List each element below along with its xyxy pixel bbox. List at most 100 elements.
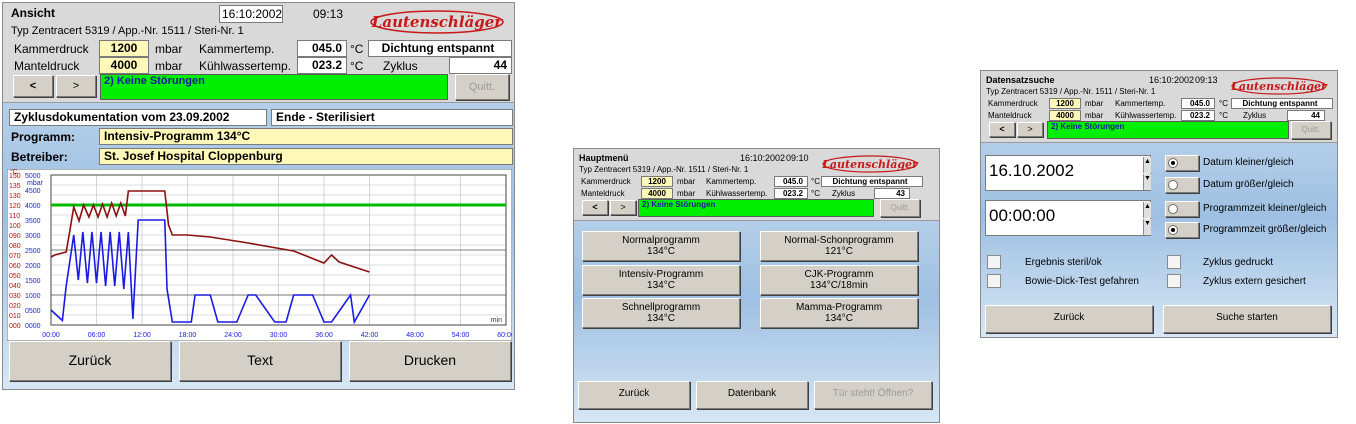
manteldruck-value: 4000 — [641, 188, 673, 199]
kammertemp-unit: °C — [1219, 99, 1228, 108]
y-tick-label-temp: 090 — [9, 233, 21, 240]
ansicht-window: Ansicht 16:10:2002 09:13 Lautenschläger … — [2, 2, 515, 390]
back-button[interactable]: Zurück — [9, 341, 171, 381]
program-schnell-button[interactable]: Schnellprogramm 134°C — [582, 298, 740, 328]
kuehlwassertemp-unit: °C — [350, 59, 364, 73]
y-tick-label-temp: 040 — [9, 283, 21, 290]
back-button[interactable]: Zurück — [578, 381, 690, 409]
kuehlwassertemp-value: 023.2 — [774, 188, 808, 199]
y-tick-label-temp: 000 — [9, 323, 21, 330]
next-button[interactable]: > — [1017, 122, 1043, 137]
status-field: Dichtung entspannt — [821, 176, 923, 187]
radio-date-le-label: Datum kleiner/gleich — [1203, 157, 1294, 168]
next-button[interactable]: > — [56, 75, 96, 97]
y-tick-label-pressure: 2000 — [25, 263, 41, 270]
program-normal-button[interactable]: Normalprogramm 134°C — [582, 231, 740, 261]
message-bar: 2) Keine Störungen — [1047, 121, 1289, 139]
kammertemp-value: 045.0 — [1181, 98, 1215, 109]
radio-prog-ge-icon — [1168, 225, 1178, 235]
y-tick-label-temp: 030 — [9, 293, 21, 300]
radio-date-ge-icon — [1168, 180, 1178, 190]
quitt-button[interactable]: Quitt. — [1291, 121, 1331, 139]
kammerdruck-label: Kammerdruck — [988, 99, 1038, 108]
kammerdruck-unit: mbar — [677, 177, 696, 186]
logo-text: Lautenschläger — [371, 13, 503, 31]
prev-button[interactable]: < — [582, 200, 608, 215]
x-tick-label: 36:00 — [315, 332, 333, 339]
lautenschlaeger-logo: Lautenschläger — [1230, 77, 1328, 95]
time-spin-up-icon[interactable]: ▲ — [1143, 202, 1151, 218]
print-button[interactable]: Drucken — [349, 341, 511, 381]
manteldruck-label: Manteldruck — [988, 111, 1032, 120]
radio-date-le[interactable] — [1165, 155, 1199, 171]
window-title: Hauptmenü — [579, 153, 629, 163]
kammertemp-label: Kammertemp. — [706, 177, 757, 186]
x-tick-label: 48:00 — [406, 332, 424, 339]
kammerdruck-unit: mbar — [155, 42, 183, 56]
time-spin-down-icon[interactable]: ▼ — [1143, 219, 1151, 235]
prev-button[interactable]: < — [989, 122, 1015, 137]
prev-button[interactable]: < — [13, 75, 53, 97]
y-tick-label-temp: 120 — [9, 203, 21, 210]
logo-text: Lautenschläger — [821, 158, 919, 171]
back-button[interactable]: Zurück — [985, 305, 1153, 333]
y-tick-label-temp: 135 — [9, 183, 21, 190]
y-tick-label-temp: 010 — [9, 313, 21, 320]
window-title: Datensatzsuche — [986, 75, 1055, 85]
zyklus-label: Zyklus — [832, 189, 856, 198]
x-tick-label: 12:00 — [133, 332, 151, 339]
programm-label: Programm: — [11, 130, 76, 144]
manteldruck-unit: mbar — [155, 59, 183, 73]
quitt-button[interactable]: Quitt. — [880, 199, 920, 217]
x-tick-label: 00:00 — [42, 332, 60, 339]
y-tick-label-pressure: 2500 — [25, 248, 41, 255]
kuehlwassertemp-label: Kühlwassertemp. — [706, 189, 768, 198]
program-cjk-button[interactable]: CJK-Programm 134°C/18min — [760, 265, 918, 295]
search-button[interactable]: Suche starten — [1163, 305, 1331, 333]
checkbox-gedruckt[interactable] — [1167, 255, 1181, 269]
kammertemp-label: Kammertemp. — [199, 42, 275, 56]
program-normal-schon-button[interactable]: Normal-Schonprogramm 121°C — [760, 231, 918, 261]
zyklus-label: Zyklus — [1243, 111, 1267, 120]
zyklus-value: 44 — [1287, 110, 1325, 121]
radio-prog-le-icon — [1168, 204, 1178, 214]
time-text: 09:13 — [1195, 75, 1218, 85]
datenbank-button[interactable]: Datenbank — [696, 381, 808, 409]
kammerdruck-value: 1200 — [99, 40, 149, 57]
checkbox-extern[interactable] — [1167, 274, 1181, 288]
checkbox-steril[interactable] — [987, 255, 1001, 269]
next-button[interactable]: > — [610, 200, 636, 215]
program-intensiv-button[interactable]: Intensiv-Programm 134°C — [582, 265, 740, 295]
kammerdruck-value: 1200 — [641, 176, 673, 187]
kuehlwassertemp-unit: °C — [1219, 111, 1228, 120]
y-tick-label-temp: 060 — [9, 263, 21, 270]
kuehlwassertemp-value: 023.2 — [1181, 110, 1215, 121]
radio-date-ge[interactable] — [1165, 177, 1199, 193]
y-tick-label-temp: 080 — [9, 243, 21, 250]
radio-prog-le[interactable] — [1165, 201, 1199, 217]
kammertemp-unit: °C — [350, 42, 364, 56]
manteldruck-unit: mbar — [677, 189, 696, 198]
date-input-value: 16.10.2002 — [989, 161, 1075, 180]
date-spin-up-icon[interactable]: ▲ — [1143, 157, 1151, 173]
kuehlwassertemp-unit: °C — [811, 189, 820, 198]
text-button[interactable]: Text — [179, 341, 341, 381]
kammertemp-unit: °C — [811, 177, 820, 186]
kammerdruck-unit: mbar — [1085, 99, 1104, 108]
door-open-button[interactable]: Tür steht! Öffnen? — [814, 381, 932, 409]
type-line: Typ Zentracert 5319 / App.-Nr. 1511 / St… — [986, 87, 1156, 96]
date-text: 16:10:2002 — [222, 7, 283, 21]
hauptmenu-window: Hauptmenü 16:10:2002 09:10 Lautenschläge… — [573, 148, 940, 423]
checkbox-bowie[interactable] — [987, 274, 1001, 288]
doc-label: Zyklusdokumentation vom 23.09.2002 — [9, 109, 267, 126]
checkbox-bowie-label: Bowie-Dick-Test gefahren — [1025, 276, 1139, 287]
date-spin-down-icon[interactable]: ▼ — [1143, 174, 1151, 190]
quitt-button[interactable]: Quitt. — [455, 74, 509, 100]
radio-prog-ge[interactable] — [1165, 222, 1199, 238]
type-line: Typ Zentracert 5319 / App.-Nr. 1511 / St… — [11, 25, 244, 37]
x-axis-label: min — [491, 317, 502, 324]
y-tick-label-temp: 130 — [9, 193, 21, 200]
time-text: 09:13 — [313, 7, 344, 21]
program-mamma-button[interactable]: Mamma-Programm 134°C — [760, 298, 918, 328]
zyklus-value: 43 — [874, 188, 910, 199]
